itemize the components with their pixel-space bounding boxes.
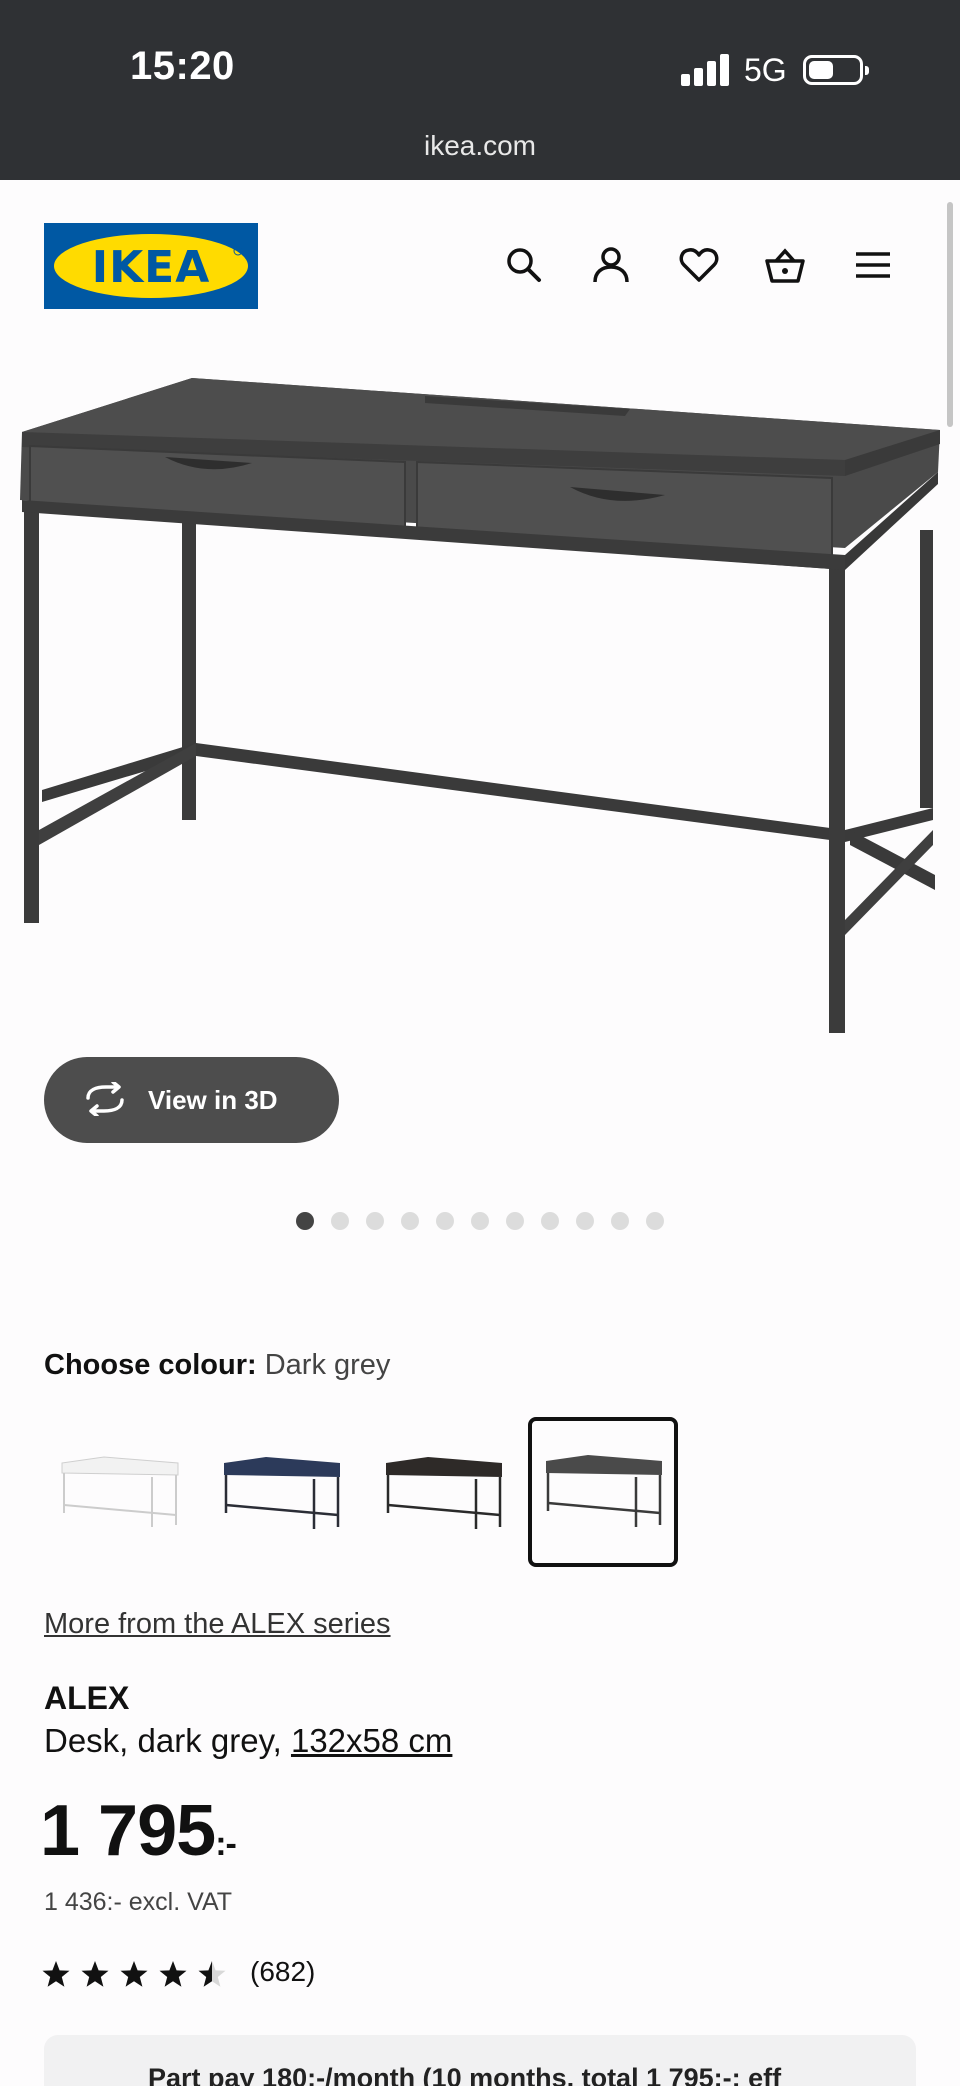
carousel-dot[interactable] — [611, 1212, 629, 1230]
registered-mark — [233, 246, 243, 256]
swatch-white[interactable] — [44, 1417, 194, 1567]
rating-star — [120, 1961, 148, 1987]
swatch-dark-grey[interactable] — [528, 1417, 678, 1567]
signal-icon — [681, 54, 731, 86]
search-icon[interactable] — [503, 244, 545, 286]
carousel-dot[interactable] — [331, 1212, 349, 1230]
view-in-3d-label: View in 3D — [148, 1085, 278, 1115]
carousel-dot[interactable] — [366, 1212, 384, 1230]
carousel-dot[interactable] — [436, 1212, 454, 1230]
account-icon[interactable] — [590, 244, 632, 286]
url-bar[interactable]: ikea.com — [0, 130, 960, 162]
carousel-dot[interactable] — [541, 1212, 559, 1230]
view-in-3d-button[interactable]: View in 3D — [44, 1057, 339, 1143]
rating-star — [42, 1961, 70, 1987]
basket-icon[interactable] — [764, 244, 806, 286]
swatch-blue[interactable] — [206, 1417, 356, 1567]
ikea-logo[interactable]: IKEA — [44, 223, 258, 309]
carousel-dot[interactable] — [576, 1212, 594, 1230]
heart-icon[interactable] — [678, 244, 720, 286]
carousel-dot[interactable] — [506, 1212, 524, 1230]
rating-star — [81, 1961, 109, 1987]
price-excl-vat: 1 436:- excl. VAT — [44, 1888, 233, 1916]
review-count[interactable]: (682) — [250, 1956, 315, 1988]
product-price: 1 795:- — [40, 1790, 237, 1872]
carousel-dot[interactable] — [401, 1212, 419, 1230]
choose-colour-label: Choose colour: — [44, 1349, 257, 1381]
choose-colour: Choose colour: Dark grey — [44, 1349, 390, 1382]
logo-text: IKEA — [91, 242, 211, 293]
status-bar: 15:20 5G ikea.com — [0, 0, 960, 180]
selected-colour: Dark grey — [264, 1349, 391, 1381]
rotate-3d-icon — [86, 1082, 124, 1116]
carousel-dot[interactable] — [296, 1212, 314, 1230]
status-time: 15:20 — [130, 44, 235, 88]
product-description: Desk, dark grey, 132x58 cm — [44, 1722, 452, 1760]
part-pay-text: Part pay 180:-/month (10 months, total 1… — [148, 2063, 782, 2086]
swatch-black-brown[interactable] — [368, 1417, 518, 1567]
part-pay-banner[interactable]: Part pay 180:-/month (10 months, total 1… — [44, 2035, 916, 2086]
product-image[interactable] — [0, 360, 960, 1060]
price-value: 1 795 — [40, 1791, 216, 1871]
battery-icon — [803, 55, 869, 85]
menu-icon[interactable] — [852, 244, 894, 286]
network-type: 5G — [744, 52, 787, 88]
rating-stars[interactable] — [42, 1958, 232, 1990]
price-suffix: :- — [215, 1825, 237, 1863]
product-description-text: Desk, dark grey, — [44, 1722, 291, 1759]
rating-star — [198, 1961, 226, 1987]
rating-star — [159, 1961, 187, 1987]
series-link[interactable]: More from the ALEX series — [44, 1608, 391, 1641]
dimensions-link[interactable]: 132x58 cm — [291, 1722, 452, 1759]
carousel-dot[interactable] — [646, 1212, 664, 1230]
carousel-dot[interactable] — [471, 1212, 489, 1230]
product-name: ALEX — [44, 1680, 130, 1716]
